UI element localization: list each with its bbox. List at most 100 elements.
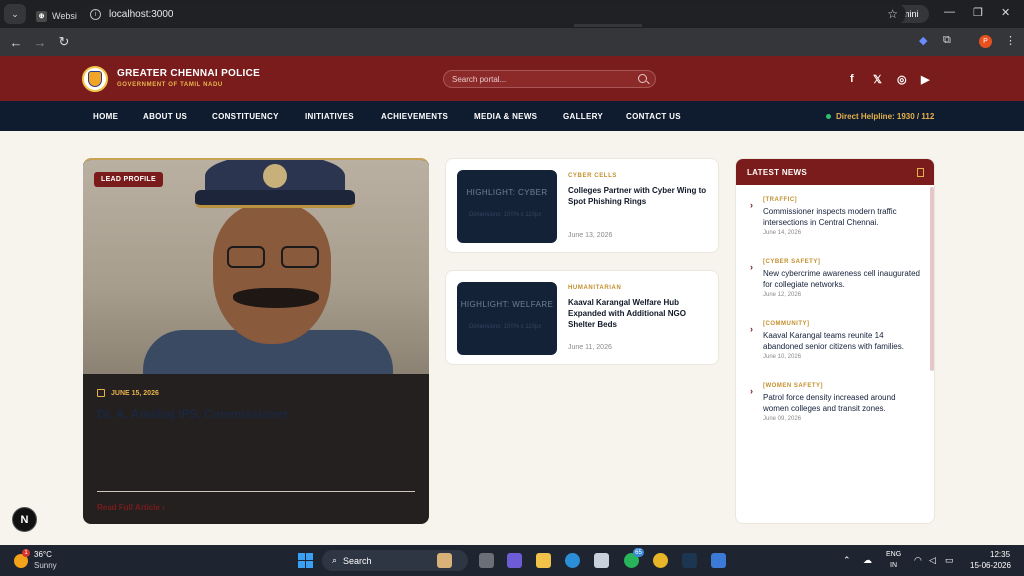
chevron-right-icon: › (750, 262, 753, 272)
nav-initiatives[interactable]: INITIATIVES (305, 112, 354, 121)
news-category: [WOMEN SAFETY] (763, 383, 823, 389)
news-card-welfare[interactable]: HIGHLIGHT: WELFARE Dimensions: 100% x 11… (445, 270, 719, 365)
tab-search-dropdown[interactable]: ⌄ (4, 4, 26, 24)
search-highlight-icon[interactable] (437, 553, 452, 568)
clock-time[interactable]: 12:35 (990, 550, 1010, 559)
card-category: CYBER CELLS (568, 173, 617, 179)
news-headline[interactable]: New cybercrime awareness cell inaugurate… (763, 268, 923, 290)
search-icon: ⌕ (332, 555, 338, 565)
windows-taskbar: 1 36°C Sunny ⌕ Search 65 ⌃ ☁ ENG IN ◠ ◁ … (0, 545, 1024, 576)
windows-start-icon[interactable] (298, 553, 313, 568)
search-placeholder: Search portal... (452, 74, 507, 84)
police-emblem-logo[interactable] (82, 66, 108, 92)
news-headline[interactable]: Commissioner inspects modern traffic int… (763, 206, 923, 228)
chrome-icon[interactable] (653, 553, 668, 568)
bookmark-icon[interactable] (917, 168, 924, 177)
profile-avatar[interactable]: P (979, 35, 992, 48)
copilot-icon[interactable] (507, 553, 522, 568)
site-info-icon[interactable]: i (90, 8, 101, 20)
browser-menu-icon[interactable]: ⋮ (1005, 34, 1016, 47)
lead-profile-card[interactable]: LEAD PROFILE JUNE 15, 2026 Dr. A. Amalra… (83, 158, 429, 524)
battery-icon[interactable]: ▭ (945, 555, 954, 566)
x-icon[interactable]: 𝕏 (873, 73, 882, 86)
nextjs-dev-indicator[interactable]: N (12, 507, 37, 532)
thumbnail-dimensions: Dimensions: 100% x 110px (469, 212, 542, 218)
divider (97, 491, 415, 492)
card-category: HUMANITARIAN (568, 285, 622, 291)
notepad-icon[interactable] (711, 553, 726, 568)
nav-achievements[interactable]: ACHIEVEMENTS (381, 112, 448, 121)
news-date: June 09, 2026 (763, 416, 802, 422)
chevron-right-icon: › (162, 503, 165, 512)
back-button[interactable]: ← (4, 35, 28, 50)
news-category: [TRAFFIC] (763, 197, 798, 203)
nav-gallery[interactable]: GALLERY (563, 112, 603, 121)
portal-search-input[interactable]: Search portal... (443, 70, 656, 88)
site-header: GREATER CHENNAI POLICE GOVERNMENT OF TAM… (0, 56, 1024, 101)
card-date: June 11, 2026 (568, 344, 612, 351)
antigravity-icon[interactable] (682, 553, 697, 568)
wifi-icon[interactable]: ◠ (914, 555, 922, 566)
lead-date: JUNE 15, 2026 (97, 389, 159, 397)
news-category: [CYBER SAFETY] (763, 259, 821, 265)
thumbnail-title: HIGHLIGHT: CYBER (466, 188, 548, 197)
weather-condition: Sunny (34, 561, 57, 570)
nav-constituency[interactable]: CONSTITUENCY (212, 112, 279, 121)
thumbnail-title: HIGHLIGHT: WELFARE (460, 300, 554, 309)
main-navigation: HOME ABOUT US CONSTITUENCY INITIATIVES A… (0, 101, 1024, 131)
card-date: June 13, 2026 (568, 232, 613, 239)
card-title[interactable]: Colleges Partner with Cyber Wing to Spot… (568, 185, 712, 207)
card-thumbnail: HIGHLIGHT: WELFARE Dimensions: 100% x 11… (457, 282, 557, 355)
close-window-button[interactable]: ✕ (1001, 6, 1010, 19)
lead-date-text: JUNE 15, 2026 (111, 389, 159, 397)
nav-media-news[interactable]: MEDIA & NEWS (474, 112, 537, 121)
card-thumbnail: HIGHLIGHT: CYBER Dimensions: 100% x 110p… (457, 170, 557, 243)
news-scrollbar[interactable] (930, 187, 934, 371)
search-icon[interactable] (638, 74, 647, 83)
news-card-cyber[interactable]: HIGHLIGHT: CYBER Dimensions: 100% x 110p… (445, 158, 719, 253)
edge-icon[interactable] (565, 553, 580, 568)
address-bar[interactable]: i localhost:3000 ☆ (80, 4, 906, 24)
lead-headline[interactable]: Dr. A. Amalraj IPS, Commissioner (97, 407, 288, 421)
task-view-icon[interactable] (479, 553, 494, 568)
news-date: June 14, 2026 (763, 230, 802, 236)
temperature[interactable]: 36°C (34, 550, 52, 559)
chevron-right-icon: › (750, 386, 753, 396)
forward-button[interactable]: → (28, 35, 52, 50)
weather-alert-badge: 1 (22, 549, 30, 557)
youtube-icon[interactable]: ▶ (921, 73, 929, 86)
direct-helpline[interactable]: Direct Helpline: 1930 / 112 (826, 112, 934, 121)
nav-about-us[interactable]: ABOUT US (143, 112, 187, 121)
volume-icon[interactable]: ◁ (929, 555, 936, 566)
news-date: June 10, 2026 (763, 354, 802, 360)
thumbnail-dimensions: Dimensions: 100% x 110px (469, 324, 542, 330)
facebook-icon[interactable]: f (850, 73, 854, 85)
news-headline[interactable]: Patrol force density increased around wo… (763, 392, 923, 414)
card-title[interactable]: Kaaval Karangal Welfare Hub Expanded wit… (568, 297, 712, 330)
commissioner-photo (83, 160, 429, 374)
latest-news-panel: LATEST NEWS › [TRAFFIC] Commissioner ins… (735, 158, 935, 524)
restore-window-button[interactable]: ❐ (973, 6, 983, 19)
minimize-window-button[interactable]: — (944, 6, 955, 18)
nav-contact-us[interactable]: CONTACT US (626, 112, 681, 121)
instagram-icon[interactable]: ◎ (897, 73, 907, 86)
latest-news-header: LATEST NEWS (736, 159, 934, 185)
reload-button[interactable]: ↻ (52, 34, 76, 50)
extension-icon[interactable]: ◆ (919, 34, 927, 47)
nav-home[interactable]: HOME (93, 112, 118, 121)
latest-news-title: LATEST NEWS (747, 168, 808, 177)
read-full-article-link[interactable]: Read Full Article › (97, 503, 165, 512)
file-explorer-icon[interactable] (536, 553, 551, 568)
browser-toolbar: ← → ↻ (0, 28, 1024, 56)
news-headline[interactable]: Kaaval Karangal teams reunite 14 abandon… (763, 330, 923, 352)
chevron-up-icon[interactable]: ⌃ (843, 555, 851, 566)
store-icon[interactable] (594, 553, 609, 568)
news-category: [COMMUNITY] (763, 321, 810, 327)
language-indicator[interactable]: ENG (886, 551, 901, 558)
tab-title: Websi (52, 11, 77, 21)
chevron-right-icon: › (750, 324, 753, 334)
brand-title[interactable]: GREATER CHENNAI POLICE (117, 68, 260, 79)
network-status-icon[interactable]: ☁ (863, 555, 872, 566)
bookmark-star-icon[interactable]: ☆ (887, 7, 898, 21)
extensions-puzzle-icon[interactable]: ⧉ (943, 34, 951, 47)
